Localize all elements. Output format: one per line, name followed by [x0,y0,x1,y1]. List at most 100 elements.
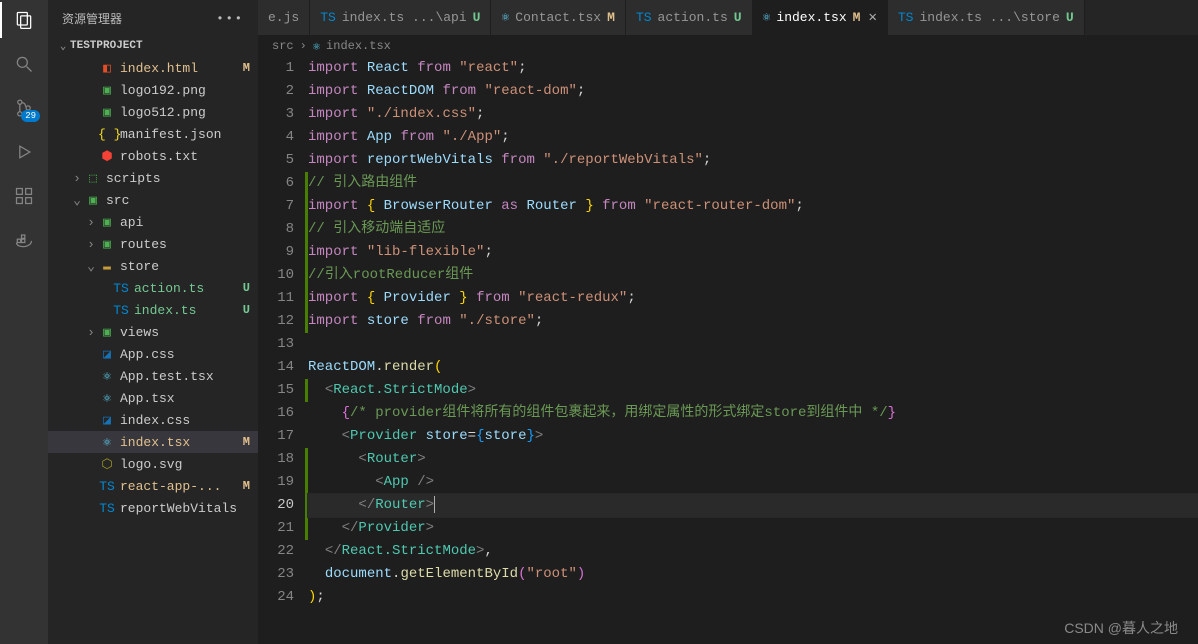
extensions-icon[interactable] [12,184,36,208]
tree-item[interactable]: TSindex.tsU [48,299,258,321]
tree-item[interactable]: ◪index.css [48,409,258,431]
code-line[interactable]: </Provider> [308,517,1198,540]
tree-item[interactable]: ⚛ index.tsx M [48,431,258,453]
tree-item[interactable]: ⌄▣src [48,189,258,211]
tree-item[interactable]: ⚛ App.test.tsx [48,365,258,387]
git-status: M [243,435,250,449]
debug-icon[interactable] [12,140,36,164]
tree-item[interactable]: TSreportWebVitals [48,497,258,519]
code-line[interactable]: </React.StrictMode>, [308,540,1198,563]
editor-tab[interactable]: TSindex.ts ...\apiU [310,0,491,35]
tree-item[interactable]: ›▣routes [48,233,258,255]
tab-icon: TS [898,10,914,25]
code-line[interactable]: // 引入移动端自适应 [308,218,1198,241]
code-line[interactable]: import reportWebVitals from "./reportWeb… [308,149,1198,172]
code-line[interactable]: import React from "react"; [308,57,1198,80]
tab-label: Contact.tsx [515,10,601,25]
code-line[interactable]: <App /> [308,471,1198,494]
tree-item[interactable]: ›▣api [48,211,258,233]
code-line[interactable]: ); [308,586,1198,609]
breadcrumb[interactable]: src › ⚛ index.tsx [258,35,1198,57]
chevron-icon: ⌄ [70,193,84,208]
project-section[interactable]: ⌄ TESTPROJECT [48,35,258,57]
editor-tabs: e.jsTSindex.ts ...\apiU⚛Contact.tsxMTSac… [258,0,1198,35]
scm-badge: 29 [21,110,40,122]
close-icon[interactable]: ✕ [868,9,876,26]
tab-label: action.ts [658,10,728,25]
tree-item[interactable]: { } manifest.json [48,123,258,145]
source-control-icon[interactable]: 29 [12,96,36,120]
react-icon: ⚛ [313,39,320,54]
file-icon: ⬡ [98,457,116,472]
code-line[interactable]: //引入rootReducer组件 [308,264,1198,287]
editor-tab[interactable]: ⚛index.tsxM✕ [753,0,888,35]
file-icon: TS [112,281,130,296]
git-status: M [243,61,250,75]
file-icon: ▣ [84,193,102,208]
code-line[interactable]: </Router> [308,494,1198,517]
code-line[interactable]: import App from "./App"; [308,126,1198,149]
code-line[interactable]: import "lib-flexible"; [308,241,1198,264]
tree-item[interactable]: ›⬚scripts [48,167,258,189]
tree-item[interactable]: ▣logo512.png [48,101,258,123]
tree-item[interactable]: TSaction.tsU [48,277,258,299]
code-line[interactable]: import "./index.css"; [308,103,1198,126]
chevron-icon: › [70,171,84,186]
code-editor[interactable]: 123456789101112131415161718192021222324 … [258,57,1198,644]
tree-item[interactable]: ▣ logo192.png [48,79,258,101]
tab-label: e.js [268,10,299,25]
code-line[interactable]: import { BrowserRouter as Router } from … [308,195,1198,218]
code-line[interactable]: // 引入路由组件 [308,172,1198,195]
file-icon: ▣ [98,83,116,98]
file-name: api [120,215,250,230]
tree-item[interactable]: ⬢robots.txt [48,145,258,167]
file-icon: TS [112,303,130,318]
file-icon: ⚛ [98,435,116,450]
search-icon[interactable] [12,52,36,76]
file-icon: ◪ [98,413,116,428]
docker-icon[interactable] [12,228,36,252]
tree-item[interactable]: ⬡ logo.svg [48,453,258,475]
tree-item[interactable]: TSreact-app-...M [48,475,258,497]
tree-item[interactable]: ◧index.htmlM [48,57,258,79]
file-name: logo192.png [120,83,250,98]
tree-item[interactable]: ⚛App.tsx [48,387,258,409]
editor-tab[interactable]: TSindex.ts ...\storeU [888,0,1085,35]
code-line[interactable]: import { Provider } from "react-redux"; [308,287,1198,310]
file-icon: { } [98,127,116,142]
code-line[interactable]: import store from "./store"; [308,310,1198,333]
code-line[interactable] [308,333,1198,356]
file-icon: ⚛ [98,369,116,384]
file-name: scripts [106,171,250,186]
code-line[interactable]: <Router> [308,448,1198,471]
editor-tab[interactable]: e.js [258,0,310,35]
tab-status: U [473,10,481,25]
editor-tab[interactable]: TSaction.tsU [626,0,753,35]
file-tree: ◧index.htmlM ▣ logo192.png ▣logo512.png { } m… [48,57,258,644]
code-line[interactable]: <React.StrictMode> [308,379,1198,402]
tree-item[interactable]: ›▣views [48,321,258,343]
tree-item[interactable]: ◪App.css [48,343,258,365]
file-name: logo.svg [120,457,250,472]
file-icon: ▣ [98,325,116,340]
code-line[interactable]: {/* provider组件将所有的组件包裹起来，用绑定属性的形式绑定store… [308,402,1198,425]
file-name: store [120,259,250,274]
code-line[interactable]: document.getElementById("root") [308,563,1198,586]
code-line[interactable]: ReactDOM.render( [308,356,1198,379]
code-lines[interactable]: import React from "react";import ReactDO… [308,57,1198,644]
line-numbers: 123456789101112131415161718192021222324 [258,57,308,644]
file-name: App.test.tsx [120,369,250,384]
more-icon[interactable]: ••• [216,12,244,26]
file-name: manifest.json [120,127,250,142]
code-line[interactable]: import ReactDOM from "react-dom"; [308,80,1198,103]
git-status: U [243,281,250,295]
editor-tab[interactable]: ⚛Contact.tsxM [491,0,625,35]
file-name: index.tsx [120,435,239,450]
code-line[interactable]: <Provider store={store}> [308,425,1198,448]
chevron-icon: › [84,215,98,230]
tab-status: M [607,10,615,25]
tree-item[interactable]: ⌄▬store [48,255,258,277]
explorer-icon[interactable] [12,8,36,32]
file-icon: ▬ [98,259,116,274]
file-icon: ⬢ [98,149,116,164]
